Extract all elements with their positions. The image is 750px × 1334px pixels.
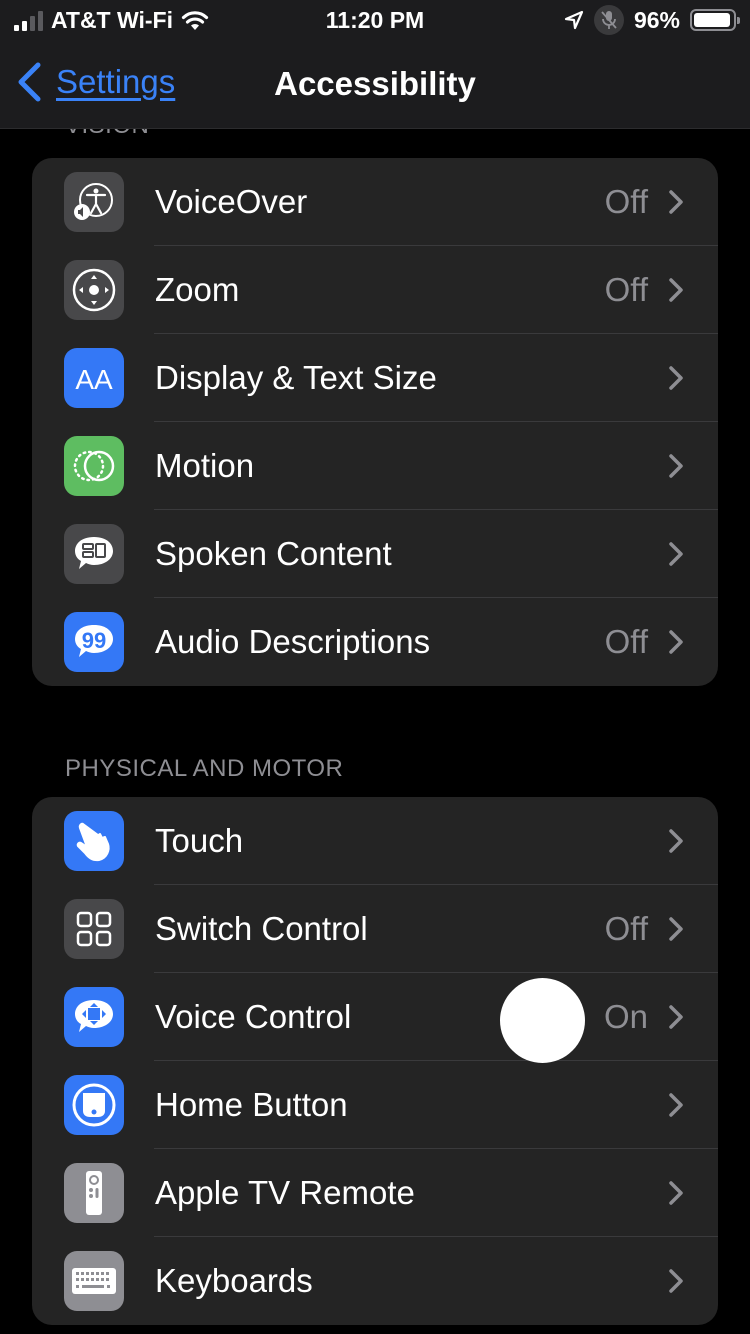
chevron-right-icon	[669, 366, 683, 390]
row-home-button[interactable]: Home Button	[32, 1061, 718, 1149]
switch-control-icon	[64, 899, 124, 959]
row-label: Motion	[155, 447, 255, 484]
row-motion[interactable]: Motion	[32, 422, 718, 510]
zoom-icon	[64, 260, 124, 320]
row-display-and-text-size[interactable]: AA Display & Text Size	[32, 334, 718, 422]
home-button-icon	[64, 1075, 124, 1135]
status-bar: AT&T Wi-Fi 11:20 PM 96%	[0, 0, 750, 40]
chevron-right-icon	[669, 630, 683, 654]
chevron-right-icon	[669, 278, 683, 302]
battery-icon	[690, 9, 740, 31]
microphone-muted-icon	[593, 5, 624, 35]
spoken-content-icon	[64, 524, 124, 584]
row-label: Switch Control	[155, 910, 368, 947]
row-touch[interactable]: Touch	[32, 797, 718, 885]
svg-text:AA: AA	[75, 364, 113, 395]
row-value: Off	[604, 271, 648, 308]
row-label: Spoken Content	[155, 535, 392, 572]
page-title: Accessibility	[0, 65, 750, 103]
row-label: Keyboards	[155, 1262, 313, 1299]
row-label: Voice Control	[155, 998, 352, 1035]
row-value: Off	[604, 623, 648, 660]
row-label: Audio Descriptions	[155, 623, 431, 660]
row-apple-tv-remote[interactable]: Apple TV Remote	[32, 1149, 718, 1237]
navigation-bar: Settings Accessibility	[0, 50, 750, 120]
chevron-right-icon	[669, 1181, 683, 1205]
svg-text:99: 99	[82, 628, 106, 653]
voice-control-icon	[64, 987, 124, 1047]
apple-tv-remote-icon	[64, 1163, 124, 1223]
touch-icon	[64, 811, 124, 871]
battery-percentage: 96%	[633, 6, 680, 33]
section-header-physical-and-motor: PHYSICAL AND MOTOR	[65, 755, 344, 782]
row-zoom[interactable]: Zoom Off	[32, 246, 718, 334]
row-keyboards[interactable]: Keyboards	[32, 1237, 718, 1325]
page-title-text: Accessibility	[274, 65, 476, 102]
row-value: On	[603, 998, 648, 1035]
chevron-right-icon	[669, 454, 683, 478]
chevron-right-icon	[669, 829, 683, 853]
chevron-right-icon	[669, 542, 683, 566]
vision-group: VoiceOver Off Zoom Off AA Display & Text S…	[32, 158, 718, 686]
text-size-icon: AA	[64, 348, 124, 408]
row-value: Off	[604, 183, 648, 220]
row-voice-control[interactable]: Voice Control On	[32, 973, 718, 1061]
top-bar: AT&T Wi-Fi 11:20 PM 96% Settings Accessi…	[0, 0, 750, 129]
chevron-right-icon	[669, 1093, 683, 1117]
row-label: VoiceOver	[155, 183, 308, 220]
row-voiceover[interactable]: VoiceOver Off	[32, 158, 718, 246]
chevron-right-icon	[669, 1005, 683, 1029]
row-switch-control[interactable]: Switch Control Off	[32, 885, 718, 973]
row-audio-descriptions[interactable]: 99 Audio Descriptions Off	[32, 598, 718, 686]
physical-and-motor-group: Touch Switch Control Off Voice Control On …	[32, 797, 718, 1325]
chevron-right-icon	[669, 1269, 683, 1293]
row-label: Apple TV Remote	[155, 1174, 415, 1211]
row-value: Off	[604, 910, 648, 947]
row-label: Home Button	[155, 1086, 348, 1123]
row-label: Zoom	[155, 271, 240, 308]
voiceover-icon	[64, 172, 124, 232]
row-label: Display & Text Size	[155, 359, 437, 396]
chevron-right-icon	[669, 190, 683, 214]
motion-icon	[64, 436, 124, 496]
row-spoken-content[interactable]: Spoken Content	[32, 510, 718, 598]
keyboard-icon	[64, 1251, 124, 1311]
touch-indicator	[500, 978, 585, 1063]
location-icon	[564, 10, 584, 30]
audio-descriptions-icon: 99	[64, 612, 124, 672]
chevron-right-icon	[669, 917, 683, 941]
row-label: Touch	[155, 822, 244, 859]
